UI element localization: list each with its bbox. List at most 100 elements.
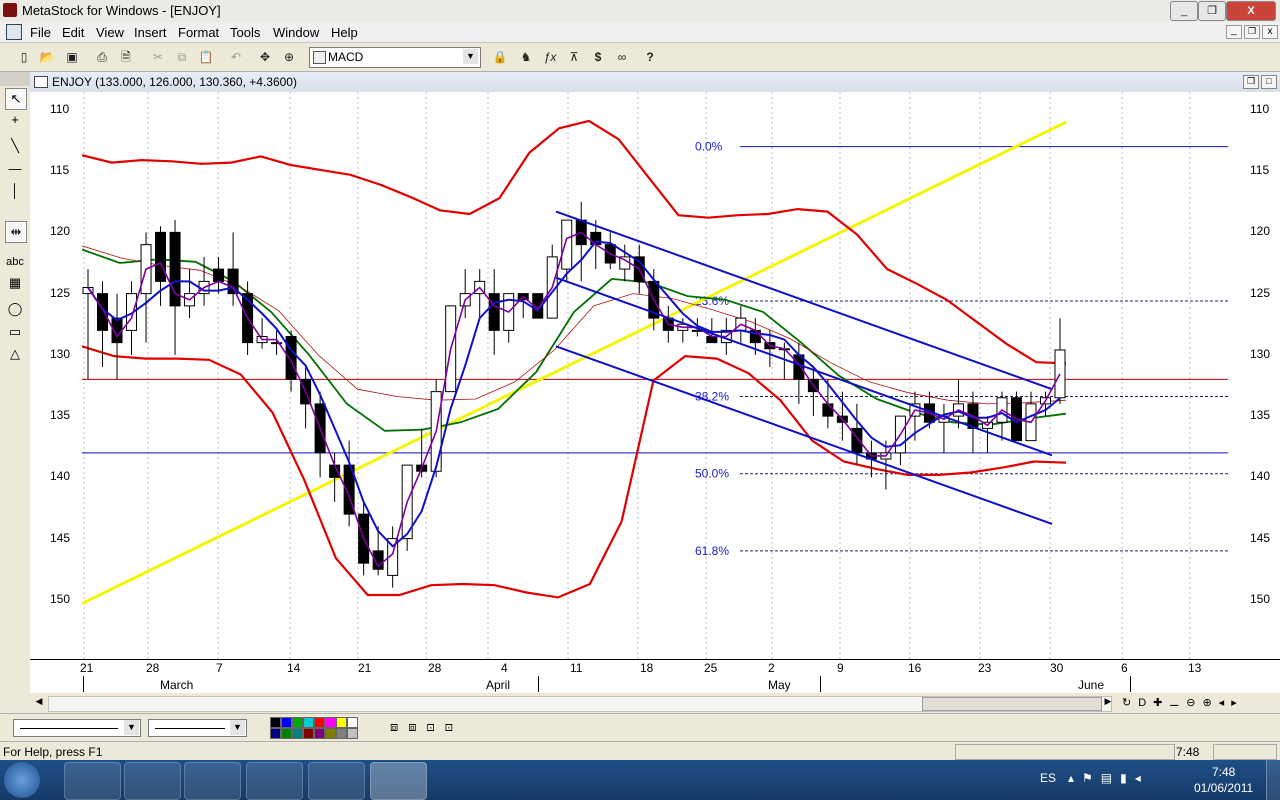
vertical-line-icon[interactable]: │ xyxy=(5,181,25,201)
palette-swatch[interactable] xyxy=(314,717,325,728)
taskbar-lang[interactable]: ES xyxy=(1040,771,1056,785)
new-icon[interactable]: ▯ xyxy=(14,47,34,67)
menu-help[interactable]: Help xyxy=(331,25,358,40)
help-icon[interactable]: ? xyxy=(640,47,660,67)
dollar-icon[interactable]: $ xyxy=(588,47,608,67)
indicator-select[interactable]: MACD ▼ xyxy=(309,47,481,68)
binoculars-icon[interactable]: ∞ xyxy=(612,47,632,67)
chevron-down-icon[interactable]: ▼ xyxy=(124,720,139,735)
palette-swatch[interactable] xyxy=(281,728,292,739)
triangle-icon[interactable]: △ xyxy=(5,344,25,364)
x-tick-label: 23 xyxy=(978,661,992,675)
line-style-select[interactable]: ▼ xyxy=(13,719,141,737)
palette-swatch[interactable] xyxy=(292,728,303,739)
month-label: April xyxy=(486,678,511,692)
palette-swatch[interactable] xyxy=(314,728,325,739)
save-icon[interactable]: ▣ xyxy=(62,47,82,67)
palette-swatch[interactable] xyxy=(347,728,358,739)
palette-swatch[interactable] xyxy=(270,728,281,739)
x-tick-label: 21 xyxy=(80,661,94,675)
minimize-button[interactable]: _ xyxy=(1170,1,1198,21)
palette-swatch[interactable] xyxy=(303,717,314,728)
x-tick-label: 18 xyxy=(640,661,654,675)
restore-button[interactable]: ❐ xyxy=(1198,1,1226,21)
menu-view[interactable]: View xyxy=(96,25,124,40)
system-tester-icon[interactable]: ⊼ xyxy=(564,47,584,67)
mdi-minimize-button[interactable]: _ xyxy=(1226,25,1242,39)
candle-body xyxy=(1054,349,1066,399)
indicator-icon xyxy=(313,51,326,64)
copy-icon[interactable]: ⧉ xyxy=(172,47,192,67)
month-tick xyxy=(83,676,84,692)
chevron-down-icon[interactable]: ▼ xyxy=(463,49,478,64)
chart-nav-icons[interactable]: ↻D✚⚊⊖⊕◂▸ xyxy=(1122,696,1244,709)
undo-icon[interactable]: ↶ xyxy=(226,47,246,67)
doc-menu-icon[interactable] xyxy=(6,24,22,40)
taskbar-explorer-icon[interactable] xyxy=(124,762,181,800)
y-tick-label: 135 xyxy=(50,408,71,423)
line-weight-select[interactable]: ▼ xyxy=(148,719,247,737)
scroll-thumb[interactable] xyxy=(922,697,1102,711)
scroll-left-button[interactable]: ◀ xyxy=(33,696,45,710)
taskbar-ie-icon[interactable] xyxy=(64,762,121,800)
taskbar-notes-icon[interactable] xyxy=(246,762,303,800)
menu-window[interactable]: Window xyxy=(273,25,319,40)
pointer-icon[interactable]: ↖ xyxy=(5,88,27,110)
chart-style-icons[interactable]: ⧈⧈⊡⊡ xyxy=(390,719,463,735)
rectangle-icon[interactable]: ▭ xyxy=(5,322,25,342)
cut-icon[interactable]: ✂ xyxy=(148,47,168,67)
paste-icon[interactable]: 📋 xyxy=(196,47,216,67)
crosshair-icon[interactable]: ✥ xyxy=(255,47,275,67)
y-tick-label: 130 xyxy=(1250,346,1271,361)
price-chart[interactable]: 0.0% 23.6% 38.2% 50.0% 61.8% xyxy=(82,92,1228,659)
fib-label: 61.8% xyxy=(695,544,729,558)
horizontal-line-icon[interactable]: — xyxy=(5,159,25,179)
chart-maximize-button[interactable]: □ xyxy=(1261,75,1277,89)
x-tick-label: 11 xyxy=(570,661,583,675)
palette-swatch[interactable] xyxy=(336,717,347,728)
scroll-right-button[interactable]: ▶ xyxy=(1102,696,1114,710)
mdi-restore-button[interactable]: ❐ xyxy=(1244,25,1260,39)
print-icon[interactable]: ⎙ xyxy=(92,47,112,67)
open-icon[interactable]: 📂 xyxy=(37,47,57,67)
taskbar-messenger-icon[interactable] xyxy=(308,762,365,800)
menu-edit[interactable]: Edit xyxy=(62,25,84,40)
palette-swatch[interactable] xyxy=(347,717,358,728)
month-label: May xyxy=(768,678,791,692)
explorer-icon[interactable]: ♞ xyxy=(516,47,536,67)
taskbar-metastock-icon[interactable] xyxy=(370,762,427,800)
show-desktop-button[interactable] xyxy=(1266,760,1280,800)
text-icon[interactable]: abc xyxy=(5,252,25,272)
grid-icon[interactable]: ▦ xyxy=(5,273,25,293)
print-preview-icon[interactable]: 🗎 xyxy=(116,47,136,67)
crosshair-tool-icon[interactable]: + xyxy=(5,110,25,130)
color-palette[interactable] xyxy=(270,717,366,739)
chevron-down-icon[interactable]: ▼ xyxy=(230,720,245,735)
cycle-lines-icon[interactable]: ⇹ xyxy=(5,221,27,243)
indicator-builder-icon[interactable]: 🔒 xyxy=(490,47,510,67)
palette-swatch[interactable] xyxy=(281,717,292,728)
y-tick-label: 120 xyxy=(50,224,71,239)
ellipse-icon[interactable]: ◯ xyxy=(5,299,25,319)
x-tick-label: 30 xyxy=(1050,661,1064,675)
menu-file[interactable]: File xyxy=(30,25,51,40)
expert-advisor-icon[interactable]: ƒx xyxy=(540,47,560,67)
menu-format[interactable]: Format xyxy=(178,25,219,40)
palette-swatch[interactable] xyxy=(336,728,347,739)
palette-swatch[interactable] xyxy=(325,728,336,739)
menu-tools[interactable]: Tools xyxy=(230,25,260,40)
trendline-icon[interactable]: ╲ xyxy=(5,136,25,156)
start-button[interactable] xyxy=(4,762,40,798)
menu-insert[interactable]: Insert xyxy=(134,25,167,40)
taskbar-media-icon[interactable] xyxy=(184,762,241,800)
close-button[interactable]: X xyxy=(1226,1,1276,21)
zoom-icon[interactable]: ⊕ xyxy=(279,47,299,67)
mdi-close-button[interactable]: x xyxy=(1262,25,1278,39)
candle-body xyxy=(213,268,225,282)
palette-swatch[interactable] xyxy=(325,717,336,728)
tray-icons[interactable]: ▴⚑▤▮◂ xyxy=(1068,771,1149,785)
palette-swatch[interactable] xyxy=(292,717,303,728)
palette-swatch[interactable] xyxy=(303,728,314,739)
chart-restore-button[interactable]: ❐ xyxy=(1243,75,1259,89)
palette-swatch[interactable] xyxy=(270,717,281,728)
